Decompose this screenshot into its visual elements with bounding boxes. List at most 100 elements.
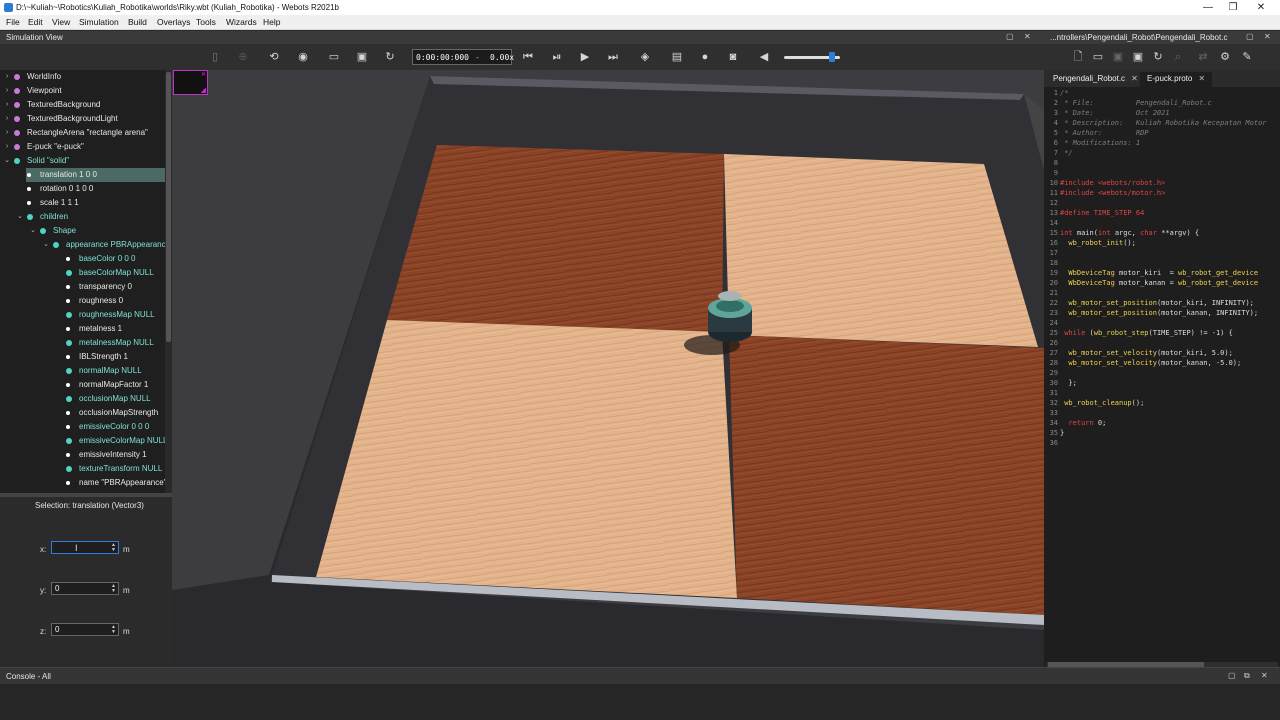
code-line[interactable]: * File: Pengendali_Robot.c <box>1060 99 1212 107</box>
scene-tree-item[interactable]: baseColorMap NULL <box>65 266 165 280</box>
scene-tree-item[interactable]: name "PBRAppearance" <box>65 476 165 490</box>
dock-close-icon[interactable]: ✕ <box>1024 32 1031 41</box>
code-line[interactable]: #define TIME_STEP 64 <box>1060 209 1144 217</box>
chevron-right-icon[interactable]: › <box>3 126 11 140</box>
camera-overlay-thumbnail[interactable]: ✕ ◢ <box>173 70 208 95</box>
tab-close-icon[interactable]: ✕ <box>1131 74 1138 83</box>
code-line[interactable]: wb_motor_set_position(motor_kiri, INFINI… <box>1060 299 1253 307</box>
tab-close-icon[interactable]: ✕ <box>1198 74 1205 83</box>
scene-tree-item[interactable]: textureTransform NULL <box>65 462 165 476</box>
editor-tab[interactable]: Pengendali_Robot.c ✕ <box>1046 72 1138 87</box>
open-file-icon[interactable]: ▭ <box>1091 50 1105 64</box>
chevron-right-icon[interactable]: › <box>3 112 11 126</box>
code-line[interactable]: int main(int argc, char **argv) { <box>1060 229 1199 237</box>
scene-tree-item[interactable]: › TexturedBackgroundLight <box>0 112 165 126</box>
hide-scene-tree-icon[interactable]: ▯ <box>208 50 222 64</box>
clean-icon[interactable]: ✎ <box>1240 50 1254 64</box>
fast-forward-icon[interactable]: ⏭ <box>606 50 620 64</box>
save-file-icon[interactable]: ▣ <box>1111 50 1125 64</box>
scene-tree-item[interactable]: emissiveColorMap NULL <box>65 434 165 448</box>
scene-tree-item[interactable]: metalness 1 <box>65 322 165 336</box>
scene-tree-item[interactable]: › TexturedBackground <box>0 98 165 112</box>
scene-tree-item[interactable]: roughness 0 <box>65 294 165 308</box>
scene-tree-item[interactable]: rotation 0 1 0 0 <box>26 182 165 196</box>
menu-simulation[interactable]: Simulation <box>79 17 119 27</box>
scene-tree-scrollbar[interactable] <box>165 70 172 495</box>
overlay-resize-icon[interactable]: ◢ <box>201 86 206 94</box>
scene-tree-item[interactable]: ⌄ Solid "solid" <box>0 154 165 168</box>
scene-tree-item[interactable]: › E-puck "e-puck" <box>0 140 165 154</box>
scrollbar-thumb[interactable] <box>166 72 171 342</box>
revert-icon[interactable]: ↻ <box>1151 50 1165 64</box>
code-line[interactable]: #include <webots/motor.h> <box>1060 189 1165 197</box>
menu-file[interactable]: File <box>6 17 20 27</box>
save-world-icon[interactable]: ▣ <box>355 50 369 64</box>
minimize-button[interactable]: — <box>1196 1 1220 14</box>
code-line[interactable]: while (wb_robot_step(TIME_STEP) != -1) { <box>1060 329 1233 337</box>
scene-tree-item[interactable]: normalMap NULL <box>65 364 165 378</box>
reload-world-icon[interactable]: ↻ <box>383 50 397 64</box>
play-icon[interactable]: ▶ <box>578 50 592 64</box>
screenshot-icon[interactable]: ◙ <box>726 50 740 64</box>
scene-tree-item[interactable]: metalnessMap NULL <box>65 336 165 350</box>
scene-tree-item[interactable]: IBLStrength 1 <box>65 350 165 364</box>
console-restore-icon[interactable]: ▢ <box>1228 671 1236 680</box>
open-world-icon[interactable]: ▭ <box>327 50 341 64</box>
add-node-icon[interactable]: ⊕ <box>236 50 250 64</box>
y-input[interactable]: 0 <box>51 582 119 595</box>
chevron-down-icon[interactable]: ⌄ <box>3 154 11 168</box>
volume-slider[interactable] <box>784 52 840 62</box>
code-line[interactable]: * Modifications: 1 <box>1060 139 1140 147</box>
close-button[interactable]: ✕ <box>1249 1 1273 14</box>
code-line[interactable]: * Author: RDP <box>1060 129 1148 137</box>
code-line[interactable]: }; <box>1060 379 1076 387</box>
code-line[interactable]: wb_robot_cleanup(); <box>1060 399 1144 407</box>
scene-tree-item[interactable]: › WorldInfo <box>0 70 165 84</box>
save-all-icon[interactable]: ▣ <box>1131 50 1145 64</box>
menu-help[interactable]: Help <box>263 17 280 27</box>
volume-icon[interactable]: ◀ <box>757 50 771 64</box>
volume-slider-knob[interactable] <box>829 52 835 62</box>
chevron-right-icon[interactable]: › <box>3 70 11 84</box>
chevron-right-icon[interactable]: › <box>3 98 11 112</box>
dock-close-icon[interactable]: ✕ <box>1264 32 1271 41</box>
scene-tree-item[interactable]: roughnessMap NULL <box>65 308 165 322</box>
scene-tree-item[interactable]: occlusionMap NULL <box>65 392 165 406</box>
reset-simulation-icon[interactable]: ⏮ <box>521 50 535 64</box>
y-spinner-icon[interactable]: ▲ ▼ <box>111 584 170 594</box>
dock-restore-icon[interactable]: ▢ <box>1006 32 1014 41</box>
code-line[interactable]: * Date: Oct 2021 <box>1060 109 1169 117</box>
scene-tree-item[interactable]: baseColor 0 0 0 <box>65 252 165 266</box>
new-file-icon[interactable]: 🗋 <box>1071 50 1085 64</box>
chevron-down-icon[interactable]: ⌄ <box>29 224 37 238</box>
build-gear-icon[interactable]: ⚙ <box>1218 50 1232 64</box>
scene-tree-item[interactable]: occlusionMapStrength <box>65 406 165 420</box>
replace-icon[interactable]: ⇄ <box>1196 50 1210 64</box>
scene-tree-item[interactable]: › Viewpoint <box>0 84 165 98</box>
code-line[interactable]: wb_motor_set_velocity(motor_kanan, -5.0)… <box>1060 359 1241 367</box>
dock-restore-icon[interactable]: ▢ <box>1246 32 1254 41</box>
console-output[interactable] <box>0 684 1280 720</box>
find-icon[interactable]: ⌕ <box>1171 50 1185 64</box>
chevron-down-icon[interactable]: ⌄ <box>16 210 24 224</box>
scene-tree-item[interactable]: ⌄ Shape <box>30 224 165 238</box>
x-input[interactable] <box>51 541 119 554</box>
chevron-right-icon[interactable]: › <box>3 140 11 154</box>
code-line[interactable]: * Description: Kuliah Robotika Kecepatan… <box>1060 119 1266 127</box>
chevron-down-icon[interactable]: ⌄ <box>42 238 50 252</box>
scene-tree-item[interactable]: translation 1 0 0 <box>26 168 165 182</box>
z-spinner-icon[interactable]: ▲ ▼ <box>111 625 170 635</box>
scene-tree-item[interactable]: ⌄ children <box>17 210 165 224</box>
overlay-close-icon[interactable]: ✕ <box>201 71 206 78</box>
reset-view-icon[interactable]: ⟲ <box>267 50 281 64</box>
menu-wizards[interactable]: Wizards <box>226 17 257 27</box>
console-close-icon[interactable]: ✕ <box>1261 671 1268 680</box>
menu-edit[interactable]: Edit <box>28 17 43 27</box>
scene-tree-item[interactable]: ⌄ appearance PBRAppearance <box>43 238 165 252</box>
code-line[interactable]: /* <box>1060 89 1068 97</box>
scene-tree-item[interactable]: emissiveColor 0 0 0 <box>65 420 165 434</box>
code-line[interactable]: WbDeviceTag motor_kiri = wb_robot_get_de… <box>1060 269 1258 277</box>
code-line[interactable]: wb_motor_set_position(motor_kanan, INFIN… <box>1060 309 1258 317</box>
code-line[interactable]: #include <webots/robot.h> <box>1060 179 1165 187</box>
z-input[interactable]: 0 <box>51 623 119 636</box>
